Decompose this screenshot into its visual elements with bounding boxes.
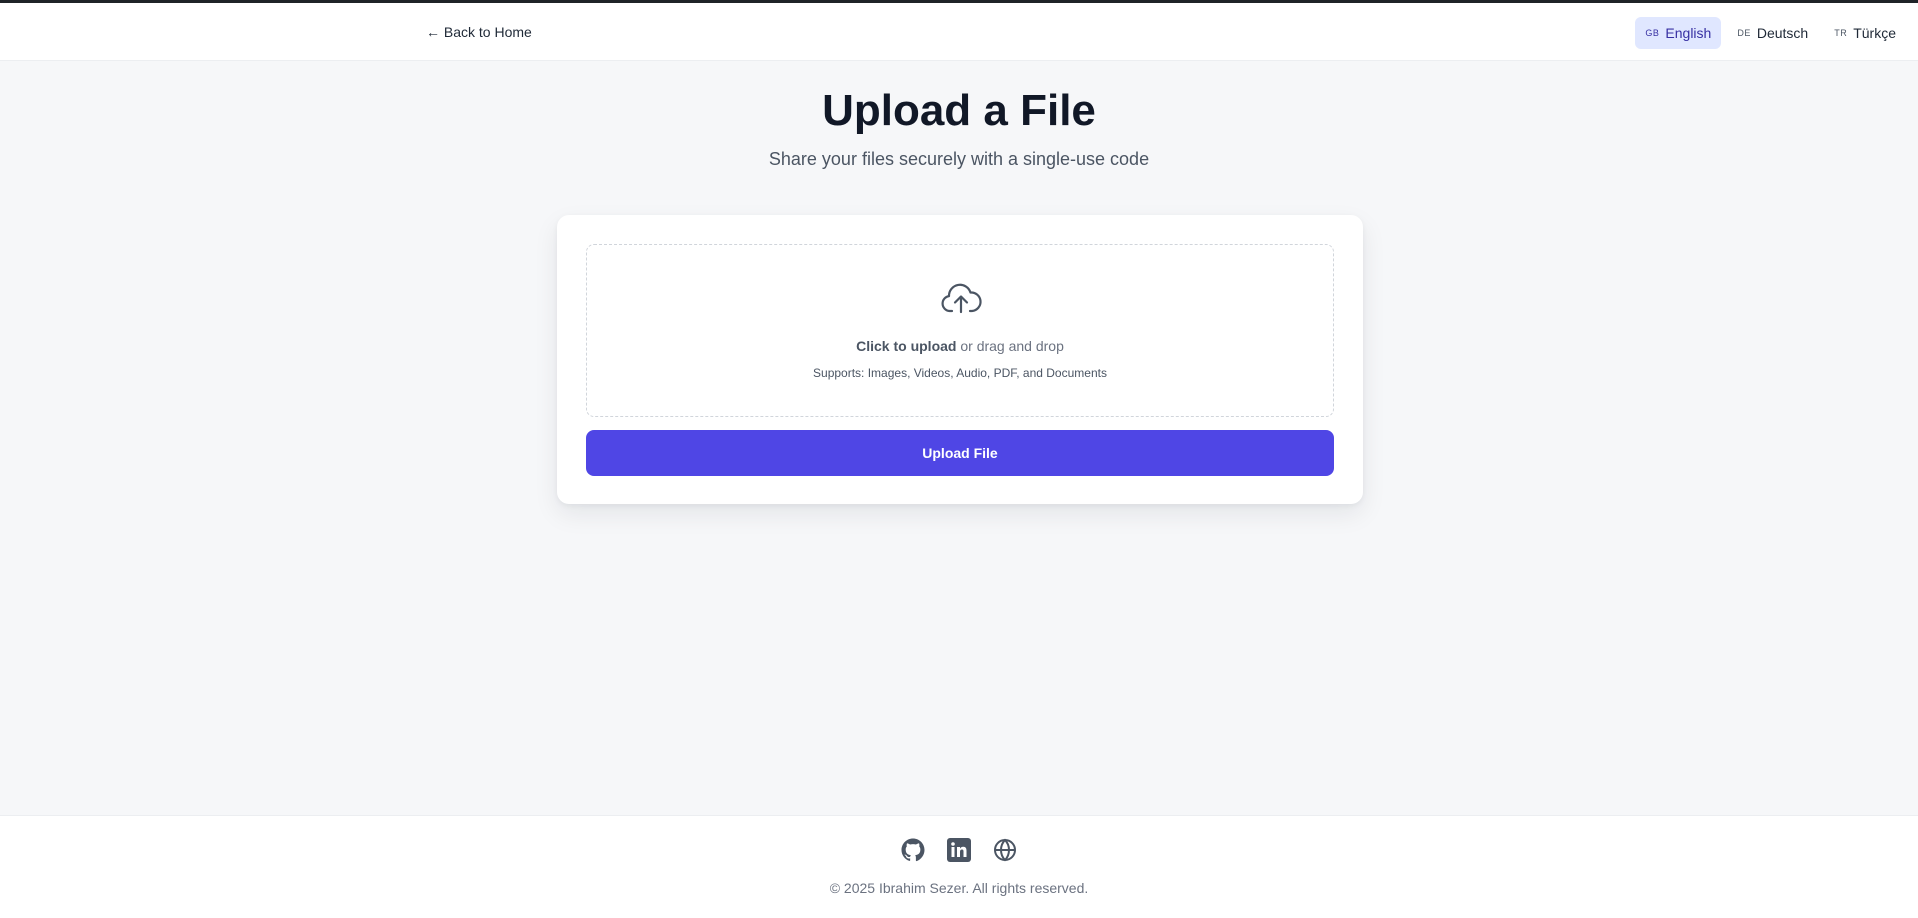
- website-link[interactable]: [993, 838, 1017, 862]
- flag-de-icon: DE: [1737, 28, 1751, 38]
- upload-file-button[interactable]: Upload File: [586, 430, 1334, 476]
- language-label-deutsch: Deutsch: [1756, 25, 1809, 41]
- drag-and-drop-text: or drag and drop: [956, 338, 1064, 354]
- click-to-upload-text: Click to upload: [856, 338, 957, 354]
- top-header: ← Back to Home GB English DE Deutsch TR …: [0, 3, 1918, 61]
- globe-icon: [994, 838, 1016, 862]
- language-switcher: GB English DE Deutsch TR Türkçe: [1635, 17, 1906, 49]
- language-option-turkce[interactable]: TR Türkçe: [1824, 17, 1906, 49]
- language-option-english[interactable]: GB English: [1635, 17, 1722, 49]
- dropzone-instruction: Click to upload or drag and drop: [587, 338, 1333, 354]
- flag-tr-icon: TR: [1834, 28, 1848, 38]
- back-to-home-link[interactable]: ← Back to Home: [426, 24, 532, 40]
- github-link[interactable]: [901, 838, 925, 862]
- language-option-deutsch[interactable]: DE Deutsch: [1727, 17, 1818, 49]
- linkedin-icon: [947, 838, 971, 862]
- language-label-english: English: [1665, 25, 1712, 41]
- file-dropzone[interactable]: Click to upload or drag and drop Support…: [586, 244, 1334, 417]
- social-links: [0, 838, 1918, 862]
- upload-card: Click to upload or drag and drop Support…: [557, 215, 1363, 504]
- supported-formats-text: Supports: Images, Videos, Audio, PDF, an…: [813, 366, 1107, 380]
- flag-gb-icon: GB: [1645, 28, 1660, 38]
- linkedin-link[interactable]: [947, 838, 971, 862]
- cloud-upload-icon: [941, 283, 982, 314]
- copyright-text: © 2025 Ibrahim Sezer. All rights reserve…: [829, 880, 1089, 896]
- page-title: Upload a File: [822, 86, 1096, 135]
- language-label-turkce: Türkçe: [1853, 25, 1896, 41]
- page-footer: © 2025 Ibrahim Sezer. All rights reserve…: [0, 815, 1918, 918]
- page-subtitle: Share your files securely with a single-…: [768, 149, 1150, 169]
- github-icon: [901, 838, 925, 862]
